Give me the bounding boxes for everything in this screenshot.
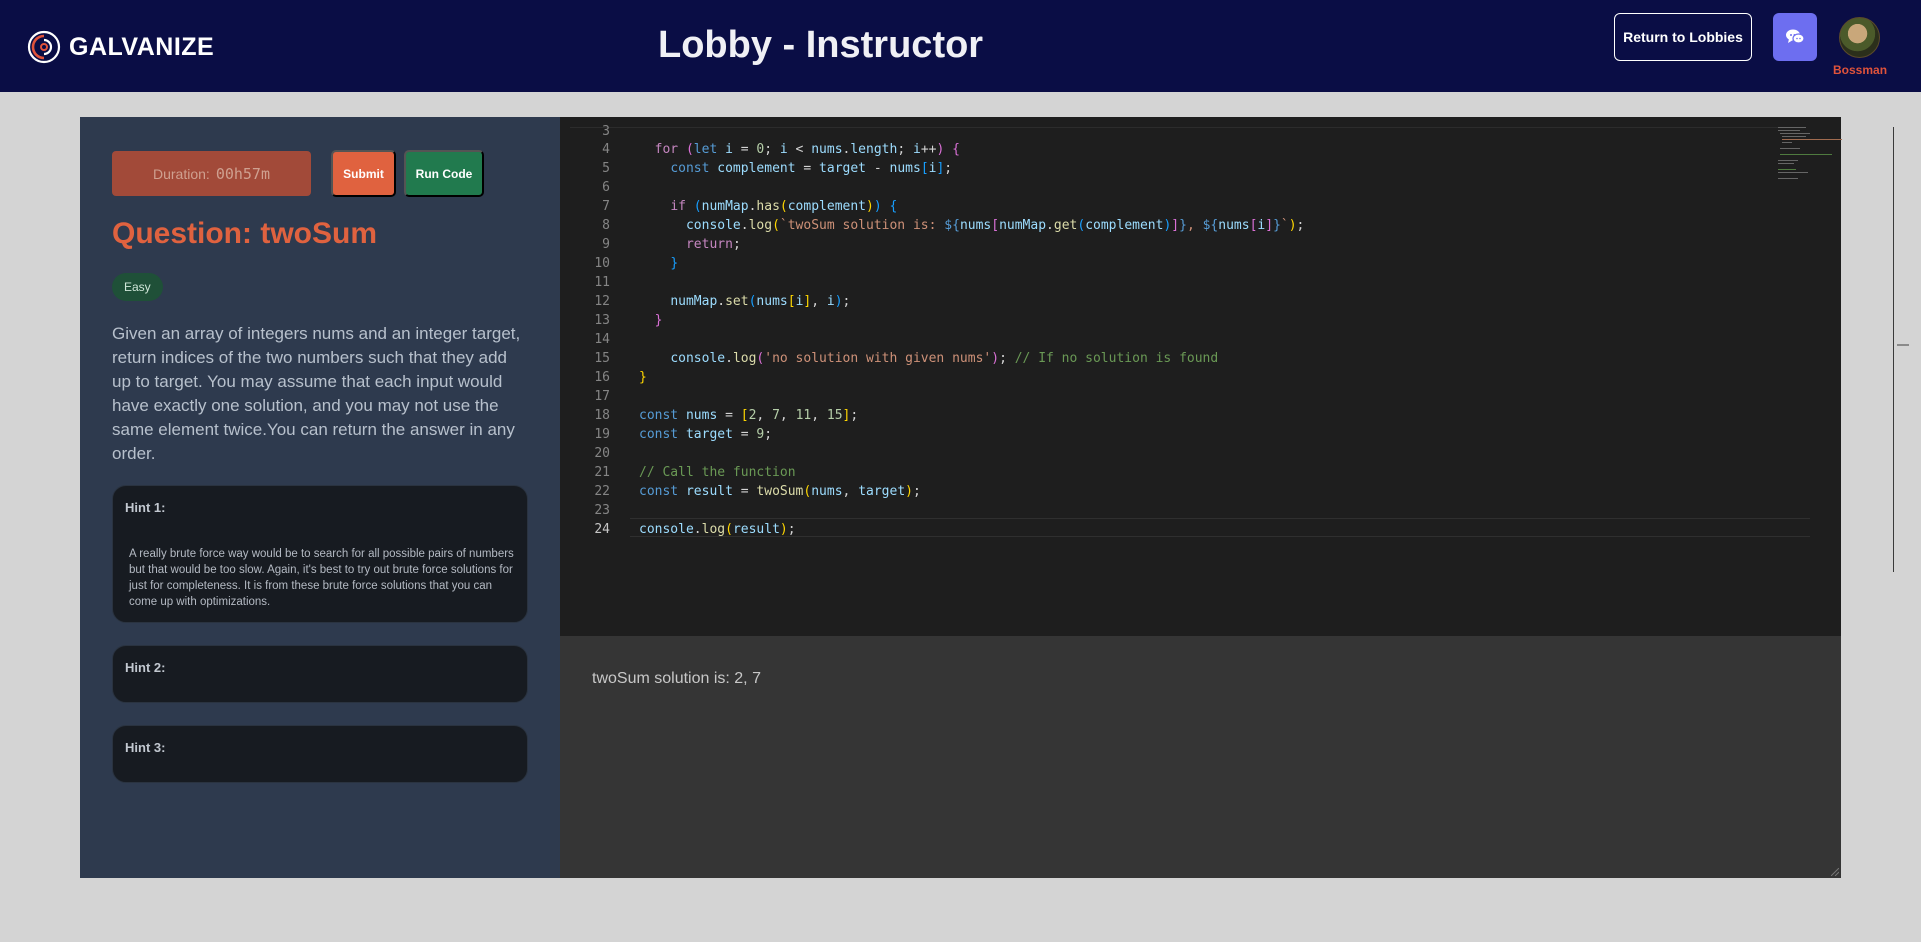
editor-scrollbar[interactable]: [1893, 127, 1894, 572]
duration-timer: Duration: 00h57m: [112, 151, 311, 196]
code-line: 3: [560, 124, 1790, 143]
line-number: 7: [602, 199, 610, 214]
code-text: console.log('no solution with given nums…: [670, 351, 1219, 366]
page-title: Lobby - Instructor: [658, 24, 984, 66]
code-text: console.log(`twoSum solution is: ${nums[…: [685, 218, 1305, 233]
hint-card-2[interactable]: Hint 2:: [112, 645, 528, 703]
line-number: 23: [594, 503, 610, 518]
line-number: 16: [594, 370, 610, 385]
output-console: twoSum solution is: 2, 7: [560, 636, 1841, 878]
hint-card-3[interactable]: Hint 3:: [112, 725, 528, 783]
code-line: 24 console.log(result);: [560, 522, 1790, 541]
main-panel: Duration: 00h57m Submit Run Code Questio…: [80, 117, 1909, 878]
line-number: 8: [602, 218, 610, 233]
code-line: 5 const complement = target - nums[i];: [560, 161, 1790, 180]
line-number: 14: [594, 332, 610, 347]
line-number: 13: [594, 313, 610, 328]
line-number: 5: [602, 161, 610, 176]
code-line: 9 return;: [560, 237, 1790, 256]
code-line: 22 const result = twoSum(nums, target);: [560, 484, 1790, 503]
code-text: console.log(result);: [639, 522, 796, 537]
code-line: 12 numMap.set(nums[i], i);: [560, 294, 1790, 313]
code-line: 6: [560, 180, 1790, 199]
resize-grip-icon[interactable]: [1831, 868, 1839, 876]
question-description: Given an array of integers nums and an i…: [112, 324, 521, 463]
code-text: const result = twoSum(nums, target);: [639, 484, 921, 499]
chat-button[interactable]: [1773, 13, 1817, 61]
duration-value: 00h57m: [215, 164, 270, 183]
code-line: 21 // Call the function: [560, 465, 1790, 484]
code-line: 23: [560, 503, 1790, 522]
line-number: 15: [594, 351, 610, 366]
hint-title: Hint 2:: [125, 660, 166, 675]
code-text: for (let i = 0; i < nums.length; i++) {: [654, 142, 960, 157]
brand-name: GALVANIZE: [69, 32, 215, 61]
line-number: 21: [594, 465, 610, 480]
line-number: 4: [602, 142, 610, 157]
code-line: 15 console.log('no solution with given n…: [560, 351, 1790, 370]
hint-body: A really brute force way would be to sea…: [129, 548, 514, 608]
line-number: 3: [602, 124, 610, 139]
line-number: 24: [594, 522, 610, 537]
code-text: }: [654, 313, 663, 328]
question-panel: Duration: 00h57m Submit Run Code Questio…: [80, 117, 560, 878]
hint-title: Hint 1:: [125, 500, 166, 515]
line-number: 20: [594, 446, 610, 461]
chat-bubbles-icon: [1786, 29, 1805, 44]
code-line: 18 const nums = [2, 7, 11, 15];: [560, 408, 1790, 427]
code-line: 8 console.log(`twoSum solution is: ${num…: [560, 218, 1790, 237]
line-number: 17: [594, 389, 610, 404]
code-text: }: [670, 256, 679, 271]
code-editor[interactable]: 3 4 for (let i = 0; i < nums.length; i++…: [560, 117, 1909, 636]
brand[interactable]: GALVANIZE: [27, 30, 214, 64]
code-line: 17: [560, 389, 1790, 408]
line-number: 19: [594, 427, 610, 442]
code-line: 14: [560, 332, 1790, 351]
code-line: 20: [560, 446, 1790, 465]
avatar[interactable]: [1839, 17, 1880, 58]
code-text: return;: [685, 237, 741, 252]
code-text: const complement = target - nums[i];: [670, 161, 953, 176]
code-line: 11: [560, 275, 1790, 294]
line-number: 10: [594, 256, 610, 271]
scrollbar-cursor-marker: [1897, 344, 1909, 346]
line-number: 18: [594, 408, 610, 423]
hint-title: Hint 3:: [125, 740, 166, 755]
code-line: 13 }: [560, 313, 1790, 332]
code-line: 4 for (let i = 0; i < nums.length; i++) …: [560, 142, 1790, 161]
code-text: const nums = [2, 7, 11, 15];: [639, 408, 859, 423]
output-text: twoSum solution is: 2, 7: [592, 670, 761, 687]
duration-label: Duration:: [153, 165, 210, 182]
code-text: numMap.set(nums[i], i);: [670, 294, 851, 309]
return-to-lobbies-button[interactable]: Return to Lobbies: [1614, 13, 1752, 61]
code-text: }: [639, 370, 647, 385]
code-text: const target = 9;: [639, 427, 773, 442]
line-number: 9: [602, 237, 610, 252]
code-line: 10 }: [560, 256, 1790, 275]
top-navbar: GALVANIZE Lobby - Instructor Return to L…: [0, 0, 1921, 92]
username: Bossman: [1833, 63, 1888, 77]
code-line: 16}: [560, 370, 1790, 389]
hint-card-1[interactable]: Hint 1: A really brute force way would b…: [112, 485, 528, 623]
question-title: Question: twoSum: [112, 217, 377, 250]
line-number: 22: [594, 484, 610, 499]
line-number: 6: [602, 180, 610, 195]
code-text: if (numMap.has(complement)) {: [670, 199, 898, 214]
minimap[interactable]: [1776, 125, 1856, 185]
difficulty-badge: Easy: [112, 273, 163, 301]
code-line: 7 if (numMap.has(complement)) {: [560, 199, 1790, 218]
code-text: // Call the function: [639, 465, 796, 480]
line-number: 12: [594, 294, 610, 309]
submit-button[interactable]: Submit: [331, 150, 396, 197]
run-code-button[interactable]: Run Code: [404, 150, 484, 197]
code-line: 19 const target = 9;: [560, 427, 1790, 446]
line-number: 11: [594, 275, 610, 290]
galvanize-logo-icon: [27, 30, 61, 64]
